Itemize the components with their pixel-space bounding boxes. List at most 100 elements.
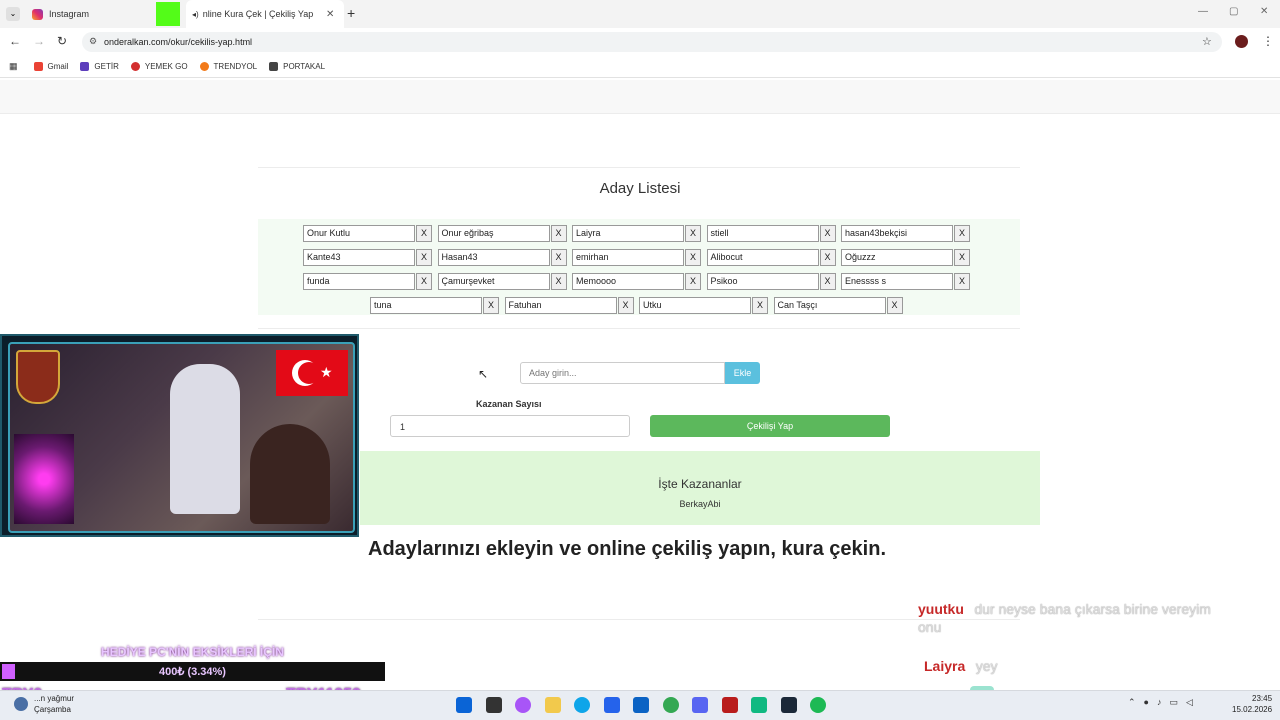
remove-candidate-button[interactable]: X [954, 249, 970, 266]
explorer-icon[interactable] [544, 697, 561, 713]
ekle-button[interactable]: Ekle [725, 362, 760, 384]
candidate-chip: Alibocut X [706, 249, 836, 266]
chrome-icon[interactable] [662, 697, 679, 713]
remove-candidate-button[interactable]: X [550, 273, 567, 290]
candidate-chip: Enessss sX [841, 273, 970, 290]
chat-message: yuutku dur neyse bana çıkarsa birine ver… [918, 601, 1238, 637]
remove-candidate-button[interactable]: X [685, 249, 701, 266]
candidate-name-field[interactable]: tuna [370, 297, 482, 314]
candidate-name-field[interactable]: Kante43 [303, 249, 415, 266]
candidate-name-field[interactable]: Alibocut [706, 249, 819, 266]
outlook-icon[interactable] [633, 697, 649, 713]
remove-candidate-button[interactable]: X [416, 249, 432, 266]
copilot-icon[interactable] [515, 697, 531, 713]
chat-username: yuutku [918, 601, 964, 617]
site-info-icon[interactable]: ⚙ [89, 36, 97, 47]
remove-candidate-button[interactable]: X [550, 249, 567, 266]
bookmarks-bar: ▦ Gmail GETİR YEMEK GO TRENDYOL PORTAKAL [0, 56, 1280, 78]
remove-candidate-button[interactable]: X [954, 225, 970, 242]
menu-icon[interactable]: ⋮ [1262, 34, 1274, 48]
bookmark-star-icon[interactable]: ☆ [1202, 35, 1212, 48]
remove-candidate-button[interactable]: X [886, 297, 903, 314]
close-window-icon[interactable]: ✕ [1260, 6, 1268, 17]
candidate-name-field[interactable]: Çamurşevket [437, 273, 550, 290]
candidate-name-field[interactable]: Enessss s [841, 273, 953, 290]
remove-candidate-button[interactable]: X [416, 225, 432, 242]
maximize-icon[interactable]: ▢ [1229, 6, 1238, 17]
remove-candidate-button[interactable]: X [550, 225, 567, 242]
bookmark-yemekgo[interactable]: YEMEK GO [130, 62, 188, 71]
weather-icon[interactable] [14, 697, 28, 711]
remove-candidate-button[interactable]: X [617, 297, 634, 314]
bookmark-trendyol[interactable]: TRENDYOL [199, 62, 257, 71]
close-tab-icon[interactable]: ✕ [326, 9, 334, 20]
address-bar[interactable]: ⚙ onderalkan.com/okur/cekilis-yap.html ☆ [82, 32, 1222, 52]
kazanan-sayisi-input[interactable]: 1 [390, 415, 630, 437]
remove-candidate-button[interactable]: X [752, 297, 768, 314]
candidate-list: Onur Kutlu X Onur eğribaş X Laiyra Xstiell Xha… [258, 219, 1020, 315]
bookmark-portakal[interactable]: PORTAKAL [269, 62, 325, 71]
candidate-name-field[interactable]: funda [303, 273, 415, 290]
candidate-name-field[interactable]: stiell [706, 225, 819, 242]
app-icon[interactable] [721, 697, 738, 713]
candidate-name-field[interactable]: Can Taşçı [773, 297, 886, 314]
remove-candidate-button[interactable]: X [685, 225, 701, 242]
kick-icon[interactable] [751, 697, 767, 713]
apps-icon[interactable]: ▦ [9, 61, 18, 72]
candidate-name-field[interactable]: Hasan43 [437, 249, 550, 266]
candidate-name-field[interactable]: Onur eğribaş [437, 225, 550, 242]
tab-search-button[interactable]: ⌄ [6, 7, 20, 21]
aday-input[interactable] [520, 362, 725, 384]
start-icon[interactable] [456, 697, 472, 713]
candidate-name-field[interactable]: emirhan [572, 249, 684, 266]
page-headline: Adaylarınızı ekleyin ve online çekiliş y… [368, 538, 887, 560]
forward-icon[interactable]: → [33, 34, 45, 48]
reload-icon[interactable]: ↻ [57, 34, 67, 48]
remove-candidate-button[interactable]: X [954, 273, 970, 290]
edge-icon[interactable] [574, 697, 590, 713]
candidate-name-field[interactable]: Psikoo [706, 273, 819, 290]
remove-candidate-button[interactable]: X [819, 249, 836, 266]
candidate-name-field[interactable]: Oğuzzz [841, 249, 953, 266]
candidate-name-field[interactable]: Onur Kutlu [303, 225, 415, 242]
remove-candidate-button[interactable]: X [483, 297, 499, 314]
person-standing [170, 364, 240, 514]
mouse-cursor-icon: ↖ [478, 367, 489, 381]
candidate-name-field[interactable]: Laiyra [572, 225, 684, 242]
yemekgo-icon [130, 62, 140, 71]
candidate-name-field[interactable]: hasan43bekçisi [841, 225, 953, 242]
back-icon[interactable]: ← [9, 34, 21, 48]
candidate-chip: Memoooo X [572, 273, 701, 290]
steam-icon[interactable] [780, 697, 797, 713]
candidate-name-field[interactable]: Memoooo [572, 273, 684, 290]
audio-icon: ◂) [192, 9, 199, 19]
discord-icon[interactable] [692, 697, 708, 713]
remove-candidate-button[interactable]: X [685, 273, 701, 290]
candidate-chip: funda X [303, 273, 432, 290]
system-clock[interactable]: 23:45 15.02.2026 [1232, 693, 1272, 715]
bookmark-gmail[interactable]: Gmail [33, 62, 68, 71]
tray-icons: ⌃●♪▭◁ [1128, 697, 1201, 707]
webcam-video: ★ [8, 342, 355, 533]
tab-cekilis[interactable]: ◂) nline Kura Çek | Çekiliş Yap ✕ [186, 0, 344, 28]
spotify-icon[interactable] [810, 697, 826, 713]
candidate-chip: hasan43bekçisi X [841, 225, 970, 242]
candidate-name-field[interactable]: Utku [639, 297, 751, 314]
minimize-icon[interactable]: — [1198, 6, 1208, 17]
remove-candidate-button[interactable]: X [819, 273, 836, 290]
weather-widget[interactable]: ...n yağmur Çarşamba [34, 693, 74, 715]
tab-label: Instagram [49, 9, 90, 19]
kazanan-sayisi-label: Kazanan Sayısı [476, 399, 542, 409]
taskview-icon[interactable] [485, 697, 502, 713]
candidate-name-field[interactable]: Fatuhan [504, 297, 617, 314]
candidate-chip: tuna X [370, 297, 499, 314]
new-tab-button[interactable]: + [347, 5, 355, 21]
remove-candidate-button[interactable]: X [819, 225, 836, 242]
bookmark-getir[interactable]: GETİR [80, 62, 119, 71]
cekilis-yap-button[interactable]: Çekilişi Yap [650, 415, 890, 437]
profile-avatar[interactable] [1235, 35, 1248, 48]
store-icon[interactable] [603, 697, 620, 713]
remove-candidate-button[interactable]: X [416, 273, 432, 290]
chat-username: Laiyra [924, 658, 966, 674]
person-sitting [250, 424, 330, 524]
